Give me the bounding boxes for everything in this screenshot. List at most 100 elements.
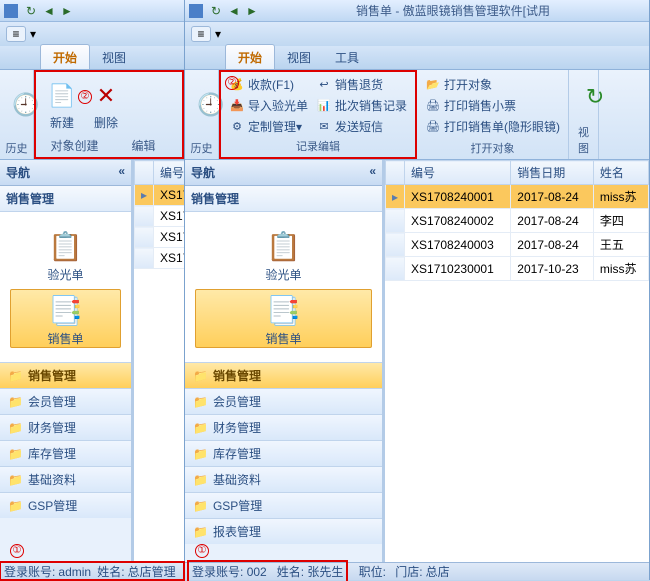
status-account: 002 [247,565,267,579]
return-icon: ↩ [316,77,332,93]
cell[interactable]: XS1708240002 [405,209,511,233]
window-title: 销售单 - 傲蓝眼镜销售管理软件[试用 [261,2,645,19]
printer-icon: 🖨 [425,119,441,135]
tab-start[interactable]: 开始 [225,44,275,69]
open-button[interactable]: 📂打开对象 [421,74,564,95]
folder-icon: 📁 [193,447,208,461]
col-date[interactable]: 销售日期 [511,161,594,185]
nav-folder-sales[interactable]: 📁销售管理 [0,362,131,388]
nav-folder-base[interactable]: 📁基础资料 [185,466,382,492]
import-button[interactable]: 📥导入验光单 [225,95,312,116]
ribbon-tabs-left: 开始 视图 [0,46,184,70]
folder-icon: 📁 [193,525,208,539]
return-button[interactable]: ↩销售退货 [312,74,411,95]
view-refresh-button[interactable]: ↻ [573,77,617,119]
nav-right: 导航« 销售管理 📋验光单 📑销售单 📁销售管理 📁会员管理 📁财务管理 📁库存… [185,160,385,562]
nav-section[interactable]: 销售管理 [0,186,131,212]
badge-2: ② [225,76,239,90]
grid-left[interactable]: 编号 ▸XS17 XS17 XS17 XS17 [134,160,184,562]
qat-dropdown-icon[interactable]: ▾ [215,27,221,41]
cell[interactable]: 2017-08-24 [511,209,594,233]
delete-icon: ✕ [90,80,122,112]
cell[interactable]: 2017-08-24 [511,233,594,257]
qat-menu-icon[interactable]: ≡ [6,26,26,42]
cell[interactable]: XS1708240001 [405,185,511,209]
status-name: 总店管理 [128,563,176,580]
cell[interactable]: miss苏 [593,185,648,209]
status-store: 总店 [426,563,450,580]
forward-icon[interactable]: ► [59,3,75,19]
cell[interactable]: 李四 [593,209,648,233]
batch-button[interactable]: 📊批次销售记录 [312,95,411,116]
qat-dropdown-icon[interactable]: ▾ [30,27,36,41]
nav-folder-stock[interactable]: 📁库存管理 [185,440,382,466]
folder-icon: 📁 [8,369,23,383]
cell[interactable]: 2017-08-24 [511,185,594,209]
nav-folder-report[interactable]: 📁报表管理 [185,518,382,544]
print-contact-button[interactable]: 🖨打印销售单(隐形眼镜) [421,116,564,137]
nav-folder-member[interactable]: 📁会员管理 [185,388,382,414]
cell[interactable]: miss苏 [593,257,648,281]
refresh-icon[interactable]: ↻ [23,3,39,19]
titlebar-right: ↻ ◄ ► 销售单 - 傲蓝眼镜销售管理软件[试用 [185,0,649,22]
folder-icon: 📁 [8,421,23,435]
tab-view[interactable]: 视图 [275,45,323,69]
new-button[interactable]: 📄新建 [40,76,84,135]
folder-icon: 📁 [193,499,208,513]
nav-left: 导航« 销售管理 📋验光单 📑销售单 📁销售管理 📁会员管理 📁财务管理 📁库存… [0,160,134,562]
nav-folder-gsp[interactable]: 📁GSP管理 [185,492,382,518]
tab-view[interactable]: 视图 [90,45,138,69]
nav-item-sales[interactable]: 📑销售单 [10,289,121,348]
col-id[interactable]: 编号 [154,161,184,185]
qat-menu-icon[interactable]: ≡ [191,26,211,42]
nav-folder-base[interactable]: 📁基础资料 [0,466,131,492]
nav-folder-finance[interactable]: 📁财务管理 [0,414,131,440]
group-create-label: 对象创建 [40,137,109,154]
group-open-label: 打开对象 [421,139,564,157]
tab-tools[interactable]: 工具 [323,45,371,69]
chevron-left-icon[interactable]: « [369,164,376,181]
cell[interactable]: 王五 [593,233,648,257]
app-icon [189,4,203,18]
group-view-label: 视图 [573,123,594,157]
ribbon-right: 🕘 历史 ② 💰收款(F1) 📥导入验光单 ⚙定制管理▾ ↩销售退货 📊批次销售… [185,70,649,160]
nav-folder-member[interactable]: 📁会员管理 [0,388,131,414]
nav-folder-finance[interactable]: 📁财务管理 [185,414,382,440]
badge-1: ① [195,544,209,558]
grid-right[interactable]: 编号 销售日期 姓名 ▸XS17082400012017-08-24miss苏 … [385,160,649,562]
cell[interactable]: 2017-10-23 [511,257,594,281]
open-icon: 📂 [425,77,441,93]
tab-start[interactable]: 开始 [40,44,90,69]
refresh-icon[interactable]: ↻ [208,3,224,19]
chevron-left-icon[interactable]: « [118,164,125,181]
cell[interactable]: XS17 [154,206,184,227]
custom-button[interactable]: ⚙定制管理▾ [225,116,312,137]
sms-icon: ✉ [316,119,332,135]
nav-item-optometry[interactable]: 📋验光单 [185,226,382,283]
cell[interactable]: XS1708240003 [405,233,511,257]
cell[interactable]: XS17 [154,248,184,269]
cell[interactable]: XS17 [154,185,184,206]
new-doc-icon: 📄 [46,80,78,112]
col-name[interactable]: 姓名 [593,161,648,185]
sms-button[interactable]: ✉发送短信 [312,116,411,137]
status-name: 张先生 [307,565,343,579]
nav-item-sales[interactable]: 📑销售单 [195,289,372,348]
nav-folder-sales[interactable]: 📁销售管理 [185,362,382,388]
nav-item-optometry[interactable]: 📋验光单 [0,226,131,283]
folder-icon: 📁 [193,395,208,409]
group-history-label: 历史 [4,139,29,157]
back-icon[interactable]: ◄ [41,3,57,19]
nav-folder-stock[interactable]: 📁库存管理 [0,440,131,466]
delete-button[interactable]: ✕删除 [84,76,128,135]
print-small-button[interactable]: 🖨打印销售小票 [421,95,564,116]
col-id[interactable]: 编号 [405,161,511,185]
statusbar-right: 登录账号: 002 姓名: 张先生 职位: 门店: 总店 [185,562,649,580]
back-icon[interactable]: ◄ [226,3,242,19]
quick-access-left: ≡ ▾ [0,22,184,46]
cell[interactable]: XS17 [154,227,184,248]
forward-icon[interactable]: ► [244,3,260,19]
nav-folder-gsp[interactable]: 📁GSP管理 [0,492,131,518]
nav-section[interactable]: 销售管理 [185,186,382,212]
cell[interactable]: XS1710230001 [405,257,511,281]
